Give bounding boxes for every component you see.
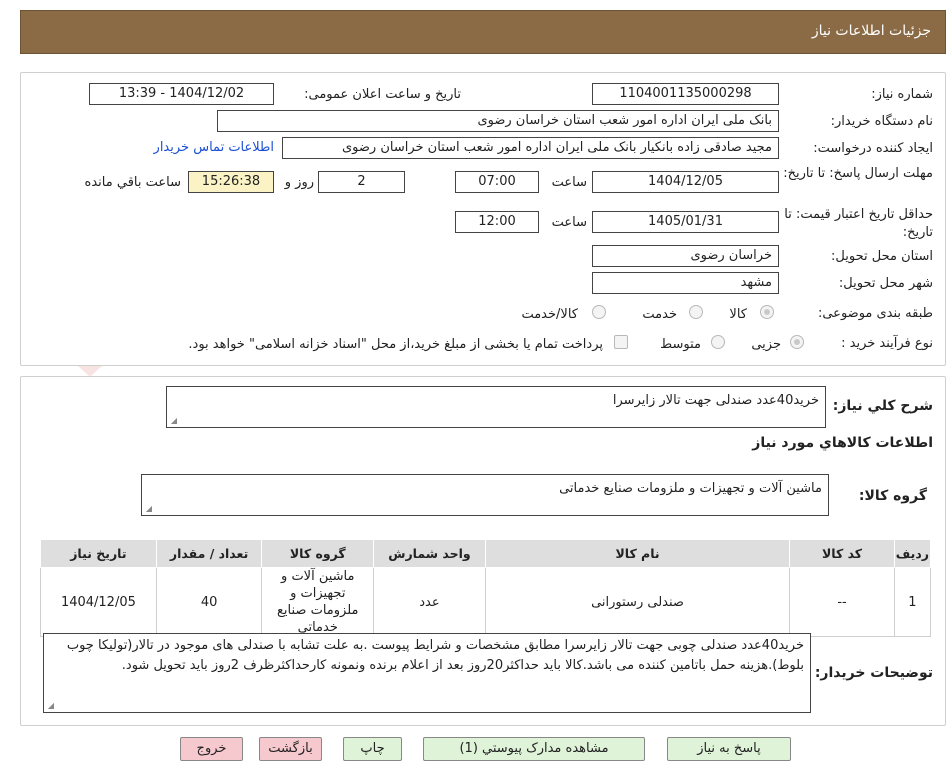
buyer-org-field: بانک ملی ایران اداره امور شعب استان خراس… [217, 110, 779, 132]
summary-label: شرح کلي نياز: [832, 398, 933, 414]
category-goods-label: کالا [729, 307, 747, 322]
announce-datetime-field: 1404/12/02 - 13:39 [89, 83, 274, 105]
price-validity-label: حداقل تاریخ اعتبار قیمت: تا تاریخ: [784, 207, 933, 240]
reply-time-field: 07:00 [455, 171, 539, 193]
process-minor-radio[interactable] [790, 335, 804, 349]
process-medium-label: متوسط [660, 337, 701, 352]
cell-name: صندلی رستورانی [484, 567, 791, 637]
summary-textarea: خرید40عدد صندلی جهت تالار زایرسرا ◢ [166, 386, 826, 428]
page-title: جزئیات اطلاعات نیاز [811, 23, 931, 39]
summary-text: خرید40عدد صندلی جهت تالار زایرسرا [612, 393, 819, 408]
col-date-header: تاریخ نیاز [40, 539, 157, 568]
resize-grip-icon[interactable]: ◢ [144, 505, 152, 513]
need-number-field: 1104001135000298 [592, 83, 779, 105]
delivery-province-label: استان محل تحویل: [831, 249, 933, 264]
treasury-payment-checkbox[interactable] [614, 335, 628, 349]
category-service-radio[interactable] [689, 305, 703, 319]
cell-date: 1404/12/05 [40, 567, 157, 637]
goods-table: ردیف کد کالا نام کالا واحد شمارش گروه کا… [40, 539, 932, 637]
days-and-label: روز و [284, 175, 314, 190]
attachments-button[interactable]: مشاهده مدارک پیوستي (1) [423, 737, 645, 761]
col-unit-header: واحد شمارش [373, 539, 486, 568]
exit-button[interactable]: خروج [180, 737, 243, 761]
cell-group: ماشین آلات و تجهیزات و ملزومات صنایع خدم… [261, 567, 375, 637]
category-label: طبقه بندی موضوعی: [817, 306, 933, 321]
treasury-note: پرداخت تمام یا بخشی از مبلغ خرید،از محل … [188, 337, 603, 352]
announce-datetime-label: تاریخ و ساعت اعلان عمومی: [304, 87, 461, 102]
col-name-header: نام کالا [484, 539, 791, 568]
category-goods-service-radio[interactable] [592, 305, 606, 319]
col-qty-header: تعداد / مقدار [155, 539, 263, 568]
buyer-notes-text: خرید40عدد صندلی چوبی جهت تالار زایرسرا م… [66, 638, 804, 673]
print-button[interactable]: چاپ [343, 737, 402, 761]
goods-group-label: گروه کالا: [858, 488, 927, 504]
page-header: جزئیات اطلاعات نیاز [20, 10, 946, 54]
back-button[interactable]: بازگشت [259, 737, 322, 761]
requester-label: ایجاد کننده درخواست: [813, 141, 933, 156]
requester-field: مجید صادقی زاده بانکیار بانک ملی ایران ا… [282, 137, 779, 159]
cell-code: -- [789, 567, 895, 637]
validity-time-field: 12:00 [455, 211, 539, 233]
col-group-header: گروه کالا [261, 539, 375, 568]
table-header-row: ردیف کد کالا نام کالا واحد شمارش گروه کا… [40, 539, 932, 568]
reply-button[interactable]: پاسخ به نیاز [667, 737, 791, 761]
city-field: مشهد [592, 272, 779, 294]
goods-group-text: ماشین آلات و تجهیزات و ملزومات صنایع خدم… [559, 481, 822, 496]
province-field: خراسان رضوی [592, 245, 779, 267]
category-goods-service-label: کالا/خدمت [521, 307, 578, 322]
remaining-label: ساعت باقي مانده [84, 175, 181, 190]
resize-grip-icon[interactable]: ◢ [169, 417, 177, 425]
col-code-header: کد کالا [789, 539, 895, 568]
days-left-field: 2 [318, 171, 405, 193]
resize-grip-icon[interactable]: ◢ [46, 702, 54, 710]
cell-qty: 40 [155, 567, 263, 637]
goods-group-textarea: ماشین آلات و تجهیزات و ملزومات صنایع خدم… [141, 474, 829, 516]
col-row-header: ردیف [893, 539, 932, 568]
process-minor-label: جزیی [751, 337, 781, 352]
category-goods-radio[interactable] [760, 305, 774, 319]
table-row: 1 -- صندلی رستورانی عدد ماشین آلات و تجه… [40, 567, 932, 637]
buyer-contact-link[interactable]: اطلاعات تماس خریدار [154, 140, 274, 155]
buyer-notes-label: توضیحات خریدار: [814, 665, 933, 681]
process-medium-radio[interactable] [711, 335, 725, 349]
validity-time-label: ساعت [551, 215, 587, 230]
process-type-label: نوع فرآیند خرید : [841, 336, 933, 351]
delivery-city-label: شهر محل تحویل: [838, 276, 933, 291]
goods-info-heading: اطلاعات کالاهاي مورد نياز [752, 435, 933, 451]
need-number-label: شماره نیاز: [871, 87, 933, 102]
validity-date-field: 1405/01/31 [592, 211, 779, 233]
cell-row: 1 [893, 567, 932, 637]
reply-deadline-label: مهلت ارسال پاسخ: تا تاریخ: [783, 166, 933, 181]
buyer-notes-textarea: خرید40عدد صندلی چوبی جهت تالار زایرسرا م… [43, 633, 811, 713]
cell-unit: عدد [373, 567, 486, 637]
buyer-org-label: نام دستگاه خریدار: [830, 114, 933, 129]
reply-date-field: 1404/12/05 [592, 171, 779, 193]
reply-time-label: ساعت [551, 175, 587, 190]
time-left-field: 15:26:38 [188, 171, 274, 193]
category-service-label: خدمت [642, 307, 677, 322]
